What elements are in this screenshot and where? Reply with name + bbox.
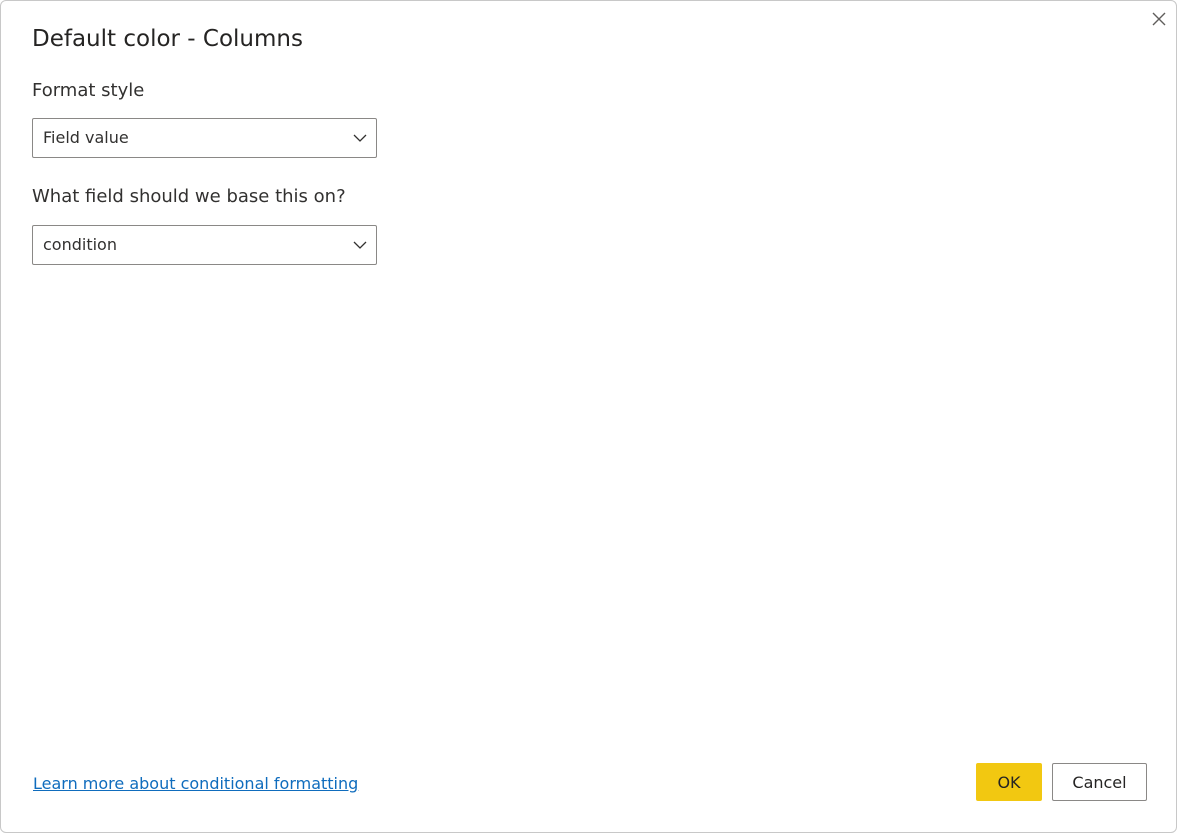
cancel-button[interactable]: Cancel [1052,763,1147,801]
format-style-label: Format style [32,80,145,101]
base-field-label: What field should we base this on? [32,186,346,207]
learn-more-link[interactable]: Learn more about conditional formatting [33,774,358,793]
ok-button[interactable]: OK [976,763,1042,801]
base-field-dropdown[interactable]: condition [32,225,377,265]
chevron-down-icon [353,134,367,142]
format-style-value: Field value [43,128,129,147]
dialog-title: Default color - Columns [32,26,303,52]
close-icon [1152,12,1166,26]
format-style-dropdown[interactable]: Field value [32,118,377,158]
chevron-down-icon [353,241,367,249]
base-field-value: condition [43,235,117,254]
conditional-format-dialog: Default color - Columns Format style Fie… [0,0,1177,833]
close-button[interactable] [1150,10,1168,28]
